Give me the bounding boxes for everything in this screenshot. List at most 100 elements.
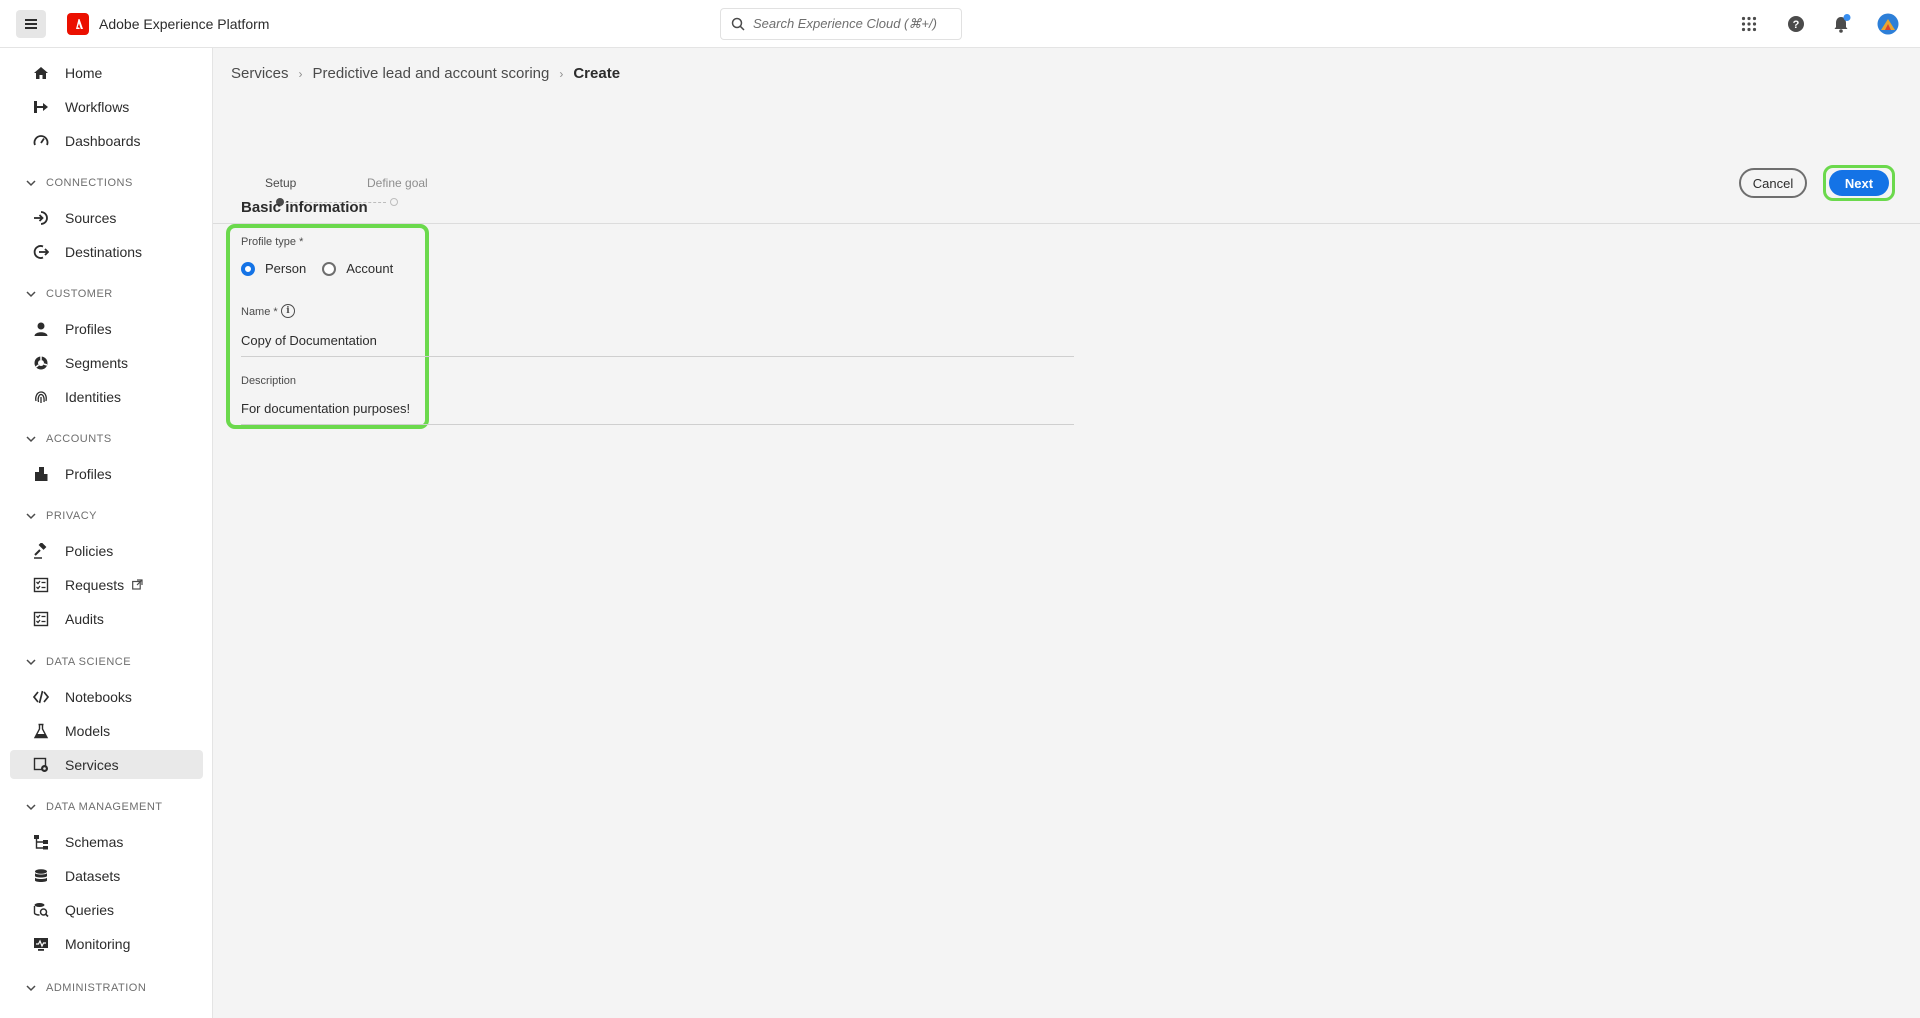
- nav-section-title: DATA MANAGEMENT: [46, 801, 163, 813]
- nav-label: Profiles: [65, 320, 112, 337]
- next-button-highlight: Next: [1823, 165, 1895, 201]
- nav-item-monitoring[interactable]: Monitoring: [10, 929, 203, 958]
- nav-section-title: ADMINISTRATION: [46, 982, 147, 994]
- notifications-button[interactable]: [1829, 12, 1853, 36]
- hamburger-menu-button[interactable]: [16, 10, 46, 38]
- user-avatar[interactable]: [1876, 12, 1900, 36]
- app-title[interactable]: Adobe Experience Platform: [99, 16, 269, 32]
- chevron-down-icon: [26, 180, 36, 187]
- nav-item-account-profiles[interactable]: Profiles: [10, 459, 203, 488]
- nav-section-data-management[interactable]: DATA MANAGEMENT: [26, 799, 163, 815]
- nav-item-segments[interactable]: Segments: [10, 348, 203, 377]
- chevron-right-icon: ›: [559, 66, 564, 81]
- breadcrumb-current: Create: [573, 65, 621, 82]
- step-define-goal-dot: [390, 198, 398, 206]
- name-field[interactable]: Copy of Documentation: [241, 333, 377, 348]
- checklist-icon: [32, 610, 50, 628]
- nav-item-destinations[interactable]: Destinations: [10, 237, 203, 266]
- radio-account-label[interactable]: Account: [346, 261, 393, 276]
- nav-label: Datasets: [65, 867, 121, 884]
- nav-label: Destinations: [65, 243, 143, 260]
- chevron-right-icon: ›: [298, 66, 303, 81]
- wizard-stepper: Setup Define goal Cancel Next: [213, 118, 1920, 224]
- help-button[interactable]: ?: [1784, 12, 1808, 36]
- sources-icon: [32, 209, 50, 227]
- info-icon[interactable]: i: [281, 304, 295, 318]
- search-icon: [731, 17, 745, 31]
- nav-label: Policies: [65, 542, 114, 559]
- chevron-down-icon: [26, 985, 36, 992]
- nav-item-dashboards[interactable]: Dashboards: [10, 126, 203, 155]
- apps-grid-icon: [1741, 16, 1757, 32]
- gavel-icon: [32, 542, 50, 560]
- nav-section-privacy[interactable]: PRIVACY: [26, 508, 97, 524]
- nav-item-audits[interactable]: Audits: [10, 604, 203, 633]
- breadcrumb-predictive-scoring[interactable]: Predictive lead and account scoring: [313, 65, 550, 82]
- description-field-underline: [241, 424, 1074, 425]
- database-icon: [32, 867, 50, 885]
- chevron-down-icon: [26, 436, 36, 443]
- main-content: Services › Predictive lead and account s…: [213, 48, 1920, 1018]
- nav-section-accounts[interactable]: ACCOUNTS: [26, 431, 112, 447]
- bell-icon: [1834, 14, 1851, 33]
- adobe-logo-icon: [76, 19, 83, 29]
- search-placeholder: Search Experience Cloud (⌘+/): [753, 16, 937, 31]
- breadcrumb-services[interactable]: Services: [231, 65, 289, 82]
- query-icon: [32, 901, 50, 919]
- nav-section-connections[interactable]: CONNECTIONS: [26, 175, 133, 191]
- external-link-icon: [132, 579, 143, 590]
- description-field[interactable]: For documentation purposes!: [241, 401, 410, 416]
- person-icon: [32, 320, 50, 338]
- nav-item-queries[interactable]: Queries: [10, 895, 203, 924]
- schema-icon: [32, 833, 50, 851]
- section-title: Basic information: [241, 199, 368, 216]
- top-bar: Adobe Experience Platform Search Experie…: [0, 0, 1920, 48]
- nav-item-notebooks[interactable]: Notebooks: [10, 682, 203, 711]
- left-nav: Home Workflows Dashboards CONNECTIONS So…: [0, 48, 213, 1018]
- nav-label: Queries: [65, 901, 115, 918]
- services-icon: [32, 756, 50, 774]
- radio-person[interactable]: [241, 261, 255, 276]
- name-label: Name *: [241, 306, 278, 318]
- search-input[interactable]: Search Experience Cloud (⌘+/): [720, 8, 962, 40]
- nav-section-title: PRIVACY: [46, 510, 97, 522]
- nav-label: Models: [65, 722, 111, 739]
- radio-person-label[interactable]: Person: [265, 261, 306, 276]
- cancel-button[interactable]: Cancel: [1739, 168, 1807, 198]
- radio-account[interactable]: [322, 261, 337, 276]
- nav-section-customer[interactable]: CUSTOMER: [26, 286, 113, 302]
- nav-item-sources[interactable]: Sources: [10, 203, 203, 232]
- nav-label: Monitoring: [65, 935, 131, 952]
- nav-item-workflows[interactable]: Workflows: [10, 92, 203, 121]
- nav-item-home[interactable]: Home: [10, 58, 203, 87]
- workflow-icon: [32, 98, 50, 116]
- flask-icon: [32, 722, 50, 740]
- description-label: Description: [241, 375, 297, 387]
- chevron-down-icon: [26, 513, 36, 520]
- nav-item-requests[interactable]: Requests: [10, 570, 203, 599]
- nav-label: Services: [65, 756, 119, 773]
- checklist-icon: [32, 576, 50, 594]
- apps-grid-button[interactable]: [1737, 12, 1761, 36]
- breadcrumb: Services › Predictive lead and account s…: [231, 65, 620, 82]
- nav-item-models[interactable]: Models: [10, 716, 203, 745]
- chevron-down-icon: [26, 804, 36, 811]
- adobe-logo[interactable]: [67, 13, 89, 35]
- nav-item-datasets[interactable]: Datasets: [10, 861, 203, 890]
- nav-label: Segments: [65, 354, 129, 371]
- help-icon: ?: [1788, 16, 1804, 32]
- nav-label: Sources: [65, 209, 117, 226]
- nav-item-schemas[interactable]: Schemas: [10, 827, 203, 856]
- avatar-icon: [1877, 13, 1899, 35]
- nav-section-data-science[interactable]: DATA SCIENCE: [26, 654, 131, 670]
- nav-label: Identities: [65, 388, 122, 405]
- nav-label: Dashboards: [65, 132, 141, 149]
- nav-item-identities[interactable]: Identities: [10, 382, 203, 411]
- nav-item-services[interactable]: Services: [10, 750, 203, 779]
- nav-item-policies[interactable]: Policies: [10, 536, 203, 565]
- nav-item-customer-profiles[interactable]: Profiles: [10, 314, 203, 343]
- nav-section-administration[interactable]: ADMINISTRATION: [26, 980, 146, 996]
- step-define-goal-label: Define goal: [367, 176, 428, 190]
- monitor-icon: [32, 935, 50, 953]
- next-button[interactable]: Next: [1829, 170, 1889, 196]
